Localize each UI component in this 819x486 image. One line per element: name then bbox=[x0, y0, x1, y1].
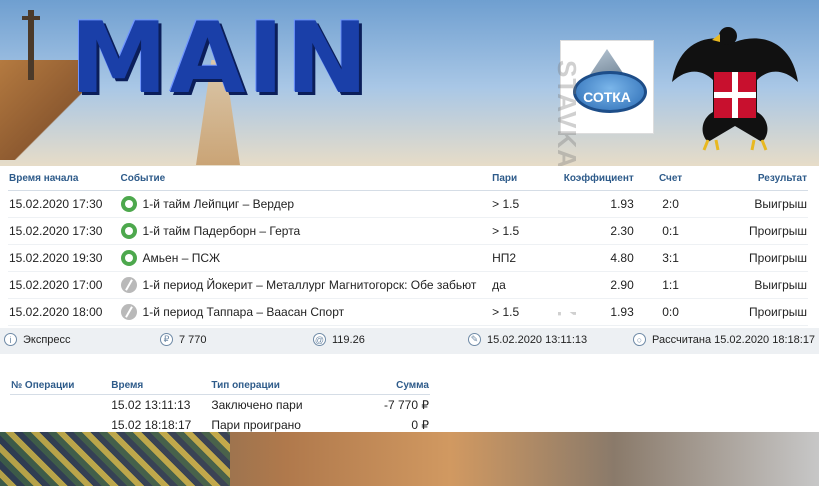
row-coefficient: 1.93 bbox=[562, 298, 635, 326]
col-operation-time: Время bbox=[110, 376, 211, 395]
row-bet: да bbox=[491, 271, 563, 299]
row-coefficient: 2.90 bbox=[562, 271, 635, 299]
operation-type: Заключено пари bbox=[211, 398, 303, 412]
row-event: 1-й тайм Падерборн – Герта bbox=[142, 224, 301, 238]
table-row: 15.02.2020 17:00 1-й период Йокерит – Ме… bbox=[8, 271, 808, 299]
tiled-roof-decoration bbox=[0, 432, 230, 486]
row-score: 0:0 bbox=[634, 298, 707, 326]
table-row: 15.02.2020 18:00 1-й период Таппара – Ва… bbox=[8, 298, 808, 326]
summary-date-value: 15.02.2020 13:11:13 bbox=[487, 333, 588, 346]
summary-amount-value: 7 770 bbox=[179, 333, 207, 346]
pen-icon: ✎ bbox=[468, 333, 481, 346]
col-score: Счет bbox=[634, 166, 707, 191]
bets-panel: Время начала Событие Пари Коэффициент Сч… bbox=[0, 166, 819, 326]
col-coefficient: Коэффициент bbox=[562, 166, 635, 191]
row-score: 0:1 bbox=[634, 217, 707, 245]
summary-status: ○ Рассчитана 15.02.2020 18:18:17 bbox=[633, 333, 815, 346]
row-event: 1-й тайм Лейпциг – Вердер bbox=[142, 197, 295, 211]
row-score: 2:0 bbox=[634, 190, 707, 218]
bets-header-row: Время начала Событие Пари Коэффициент Сч… bbox=[8, 166, 808, 191]
at-icon: @ bbox=[313, 333, 326, 346]
football-icon bbox=[120, 250, 137, 266]
row-coefficient: 4.80 bbox=[562, 244, 635, 272]
summary-type: i Экспресс bbox=[4, 333, 71, 346]
row-score: 1:1 bbox=[634, 271, 707, 299]
col-operation-type: Тип операции bbox=[210, 376, 340, 395]
row-result: Выигрыш bbox=[706, 271, 808, 299]
row-time: 15.02.2020 17:30 bbox=[8, 217, 120, 245]
page-title: MAIN bbox=[70, 2, 370, 116]
football-icon bbox=[120, 223, 137, 239]
info-icon: i bbox=[4, 333, 17, 346]
row-score: 3:1 bbox=[634, 244, 707, 272]
operation-number bbox=[10, 395, 110, 416]
col-bet: Пари bbox=[491, 166, 563, 191]
operations-table: № Операции Время Тип операции Сумма 15.0… bbox=[10, 376, 430, 435]
summary-status-value: Рассчитана 15.02.2020 18:18:17 bbox=[652, 333, 816, 346]
church-spire bbox=[28, 10, 34, 80]
row-time: 15.02.2020 17:30 bbox=[8, 190, 120, 218]
row-event: 1-й период Йокерит – Металлург Магнитого… bbox=[142, 278, 477, 292]
hockey-icon bbox=[120, 277, 137, 293]
row-result: Выигрыш bbox=[706, 190, 808, 218]
row-time: 15.02.2020 19:30 bbox=[8, 244, 120, 272]
operation-time: 15.02 18:18:17 bbox=[111, 418, 192, 432]
row-bet: НП2 bbox=[491, 244, 563, 272]
table-row: 15.02.2020 19:30 Амьен – ПСЖ НП2 4.80 3:… bbox=[8, 244, 808, 272]
col-result: Результат bbox=[706, 166, 808, 191]
hockey-icon bbox=[120, 304, 137, 320]
row-coefficient: 1.93 bbox=[562, 190, 635, 218]
operation-type: Пари проиграно bbox=[211, 418, 301, 432]
ruble-icon: ₽ bbox=[160, 333, 173, 346]
row-time: 15.02.2020 18:00 bbox=[8, 298, 120, 326]
row-result: Проигрыш bbox=[706, 217, 808, 245]
operation-number bbox=[10, 415, 110, 435]
table-row: 15.02 13:11:13 Заключено пари -7 770 ₽ bbox=[10, 395, 430, 416]
status-icon: ○ bbox=[633, 333, 646, 346]
table-row: 15.02.2020 17:30 1-й тайм Падерборн – Ге… bbox=[8, 217, 808, 245]
operation-sum: 0 ₽ bbox=[411, 418, 429, 432]
operation-time: 15.02 13:11:13 bbox=[111, 398, 191, 412]
row-time: 15.02.2020 17:00 bbox=[8, 271, 120, 299]
row-bet: > 1.5 bbox=[491, 190, 563, 218]
row-result: Проигрыш bbox=[706, 298, 808, 326]
operation-sum: -7 770 ₽ bbox=[384, 398, 429, 412]
row-coefficient: 2.30 bbox=[562, 217, 635, 245]
summary-odds-value: 119.26 bbox=[332, 333, 365, 346]
row-bet: > 1.5 bbox=[491, 217, 563, 245]
summary-date: ✎ 15.02.2020 13:11:13 bbox=[468, 333, 587, 346]
summary-odds: @ 119.26 bbox=[313, 333, 365, 346]
summary-type-label: Экспресс bbox=[23, 333, 71, 346]
table-row: 15.02 18:18:17 Пари проиграно 0 ₽ bbox=[10, 415, 430, 435]
col-operation-number: № Операции bbox=[10, 376, 111, 395]
row-bet: > 1.5 bbox=[491, 298, 563, 326]
col-operation-sum: Сумма bbox=[339, 376, 430, 395]
table-row: 15.02.2020 17:30 1-й тайм Лейпциг – Верд… bbox=[8, 190, 808, 218]
operations-panel: № Операции Время Тип операции Сумма 15.0… bbox=[0, 372, 819, 432]
row-result: Проигрыш bbox=[706, 244, 808, 272]
operations-header-row: № Операции Время Тип операции Сумма bbox=[10, 376, 430, 395]
bets-table: Время начала Событие Пари Коэффициент Сч… bbox=[8, 166, 808, 326]
summary-amount: ₽ 7 770 bbox=[160, 333, 207, 346]
bet-summary-bar: i Экспресс ₽ 7 770 @ 119.26 ✎ 15.02.2020… bbox=[0, 328, 819, 354]
football-icon bbox=[120, 196, 137, 212]
col-start-time: Время начала bbox=[8, 166, 120, 191]
eagle-crest-icon bbox=[672, 27, 798, 151]
col-event: Событие bbox=[119, 166, 492, 191]
spire-cross bbox=[22, 16, 40, 20]
row-event: Амьен – ПСЖ bbox=[142, 251, 221, 265]
row-event: 1-й период Таппара – Ваасан Спорт bbox=[142, 305, 345, 319]
